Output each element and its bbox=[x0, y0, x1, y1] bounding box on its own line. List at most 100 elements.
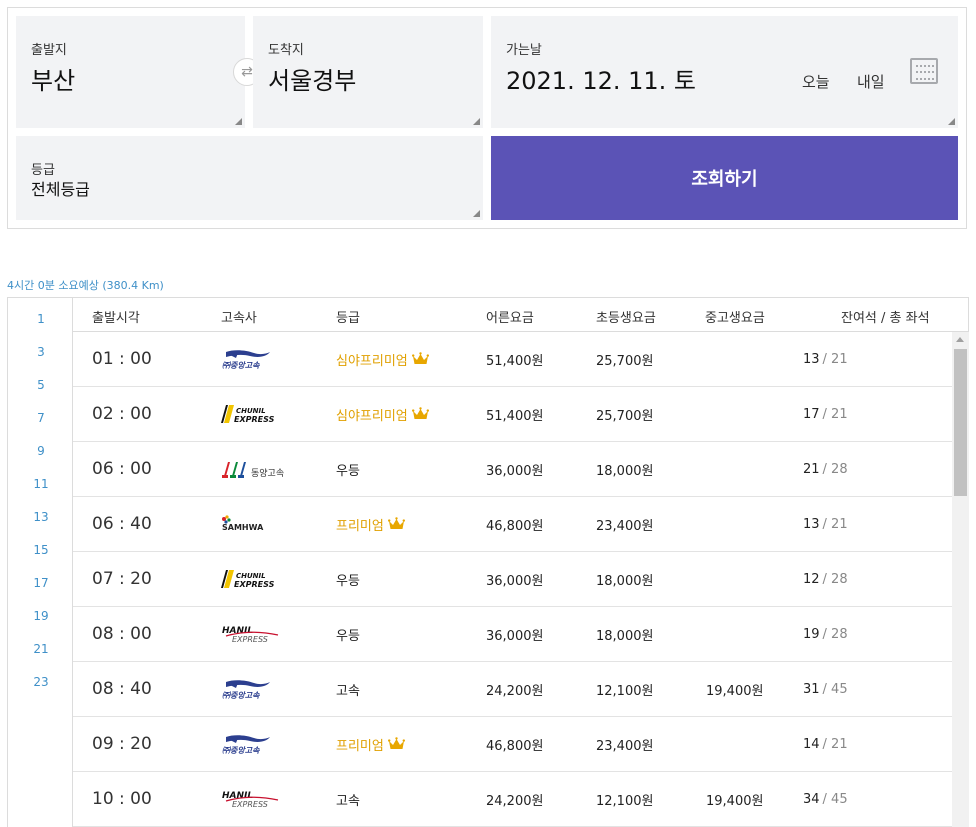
hour-filter-17[interactable]: 17 bbox=[8, 576, 74, 590]
departure-value: 부산 bbox=[31, 67, 76, 95]
departure-time: 08 : 00 bbox=[92, 624, 152, 644]
company-logo: CHUNIL EXPRESS bbox=[220, 552, 282, 606]
svg-text:㈜중앙고속: ㈜중앙고속 bbox=[222, 691, 260, 700]
crown-icon bbox=[387, 737, 405, 749]
table-row[interactable]: 09 : 20 ㈜중앙고속 프리미엄 46,800원 23,400원 14/ 21 bbox=[73, 717, 952, 772]
date-label: 가는날 bbox=[506, 43, 542, 58]
bus-grade: 고속 bbox=[336, 793, 360, 809]
departure-selector[interactable]: 출발지 부산 bbox=[16, 16, 245, 128]
adult-fare: 24,200원 bbox=[486, 683, 544, 699]
header-time: 출발시각 bbox=[92, 311, 140, 326]
hour-filter-3[interactable]: 3 bbox=[8, 345, 74, 359]
seat-availability: 34/ 45 bbox=[803, 791, 848, 807]
scrollbar[interactable] bbox=[952, 332, 969, 827]
company-logo: 동양고속 bbox=[220, 442, 296, 496]
bus-grade: 우등 bbox=[336, 628, 360, 644]
teen-fare: 19,400원 bbox=[706, 793, 764, 809]
svg-text:㈜중앙고속: ㈜중앙고속 bbox=[222, 361, 260, 370]
hour-filter-23[interactable]: 23 bbox=[8, 675, 74, 689]
header-adult: 어른요금 bbox=[486, 311, 534, 326]
arrival-label: 도착지 bbox=[268, 43, 304, 58]
table-header: 출발시각 고속사 등급 어른요금 초등생요금 중고생요금 잔여석 / 총 좌석 bbox=[73, 298, 969, 332]
adult-fare: 46,800원 bbox=[486, 518, 544, 534]
grade-value: 전체등급 bbox=[31, 180, 90, 199]
hour-filter-13[interactable]: 13 bbox=[8, 510, 74, 524]
departure-time: 07 : 20 bbox=[92, 569, 152, 589]
scroll-thumb[interactable] bbox=[954, 349, 967, 496]
departure-label: 출발지 bbox=[31, 43, 67, 58]
bus-grade: 고속 bbox=[336, 683, 360, 699]
child-fare: 12,100원 bbox=[596, 793, 654, 809]
child-fare: 12,100원 bbox=[596, 683, 654, 699]
hour-filter-1[interactable]: 1 bbox=[8, 312, 74, 326]
svg-text:㈜중앙고속: ㈜중앙고속 bbox=[222, 746, 260, 755]
arrival-selector[interactable]: 도착지 서울경부 bbox=[253, 16, 483, 128]
svg-text:SAMHWA: SAMHWA bbox=[222, 523, 264, 532]
company-logo: CHUNIL EXPRESS bbox=[220, 387, 282, 441]
company-logo: ㈜중앙고속 bbox=[220, 332, 272, 386]
today-button[interactable]: 오늘 bbox=[802, 71, 830, 92]
crown-icon bbox=[387, 517, 405, 529]
company-logo: HANIL EXPRESS bbox=[220, 607, 284, 661]
corner-indicator-icon bbox=[948, 118, 955, 125]
child-fare: 18,000원 bbox=[596, 628, 654, 644]
table-row[interactable]: 06 : 40 SAMHWA 프리미엄 46,800원 23,400원 13/ 21 bbox=[73, 497, 952, 552]
table-row[interactable]: 01 : 00 ㈜중앙고속 심야프리미엄 51,400원 25,700원 13/ 21 bbox=[73, 332, 952, 387]
departure-time: 02 : 00 bbox=[92, 404, 152, 424]
hour-filter-11[interactable]: 11 bbox=[8, 477, 74, 491]
bus-grade: 심야프리미엄 bbox=[336, 387, 429, 441]
header-child: 초등생요금 bbox=[596, 311, 656, 326]
calendar-icon[interactable] bbox=[910, 58, 938, 84]
adult-fare: 51,400원 bbox=[486, 353, 544, 369]
schedule-table: 출발시각 고속사 등급 어른요금 초등생요금 중고생요금 잔여석 / 총 좌석 … bbox=[73, 297, 969, 827]
child-fare: 23,400원 bbox=[596, 738, 654, 754]
adult-fare: 24,200원 bbox=[486, 793, 544, 809]
teen-fare: 19,400원 bbox=[706, 683, 764, 699]
bus-grade: 우등 bbox=[336, 463, 360, 479]
adult-fare: 46,800원 bbox=[486, 738, 544, 754]
corner-indicator-icon bbox=[473, 118, 480, 125]
svg-text:EXPRESS: EXPRESS bbox=[232, 800, 268, 809]
seat-availability: 14/ 21 bbox=[803, 736, 848, 752]
seat-availability: 31/ 45 bbox=[803, 681, 848, 697]
table-row[interactable]: 06 : 00 동양고속 우등 36,000원 18,000원 21/ 28 bbox=[73, 442, 952, 497]
table-row[interactable]: 08 : 00 HANIL EXPRESS 우등 36,000원 18,000원 19/ 2… bbox=[73, 607, 952, 662]
child-fare: 18,000원 bbox=[596, 573, 654, 589]
hour-filter-15[interactable]: 15 bbox=[8, 543, 74, 557]
corner-indicator-icon bbox=[235, 118, 242, 125]
svg-text:CHUNIL: CHUNIL bbox=[236, 407, 266, 415]
svg-text:EXPRESS: EXPRESS bbox=[234, 415, 275, 424]
bus-grade: 프리미엄 bbox=[336, 497, 405, 551]
scroll-up-icon[interactable] bbox=[956, 337, 964, 342]
hour-filter-19[interactable]: 19 bbox=[8, 609, 74, 623]
adult-fare: 51,400원 bbox=[486, 408, 544, 424]
svg-text:EXPRESS: EXPRESS bbox=[234, 580, 275, 589]
child-fare: 25,700원 bbox=[596, 408, 654, 424]
svg-text:동양고속: 동양고속 bbox=[251, 468, 284, 479]
table-row[interactable]: 07 : 20 CHUNIL EXPRESS 우등 36,000원 18,000원 12/ … bbox=[73, 552, 952, 607]
search-form: 출발지 부산 ⇄ 도착지 서울경부 가는날 2021. 12. 11. 토 오늘… bbox=[7, 7, 967, 229]
search-button[interactable]: 조회하기 bbox=[491, 136, 958, 220]
date-selector[interactable]: 가는날 2021. 12. 11. 토 오늘 내일 bbox=[491, 16, 958, 128]
seat-availability: 17/ 21 bbox=[803, 406, 848, 422]
hour-filter-7[interactable]: 7 bbox=[8, 411, 74, 425]
header-teen: 중고생요금 bbox=[705, 311, 765, 326]
hour-filter-21[interactable]: 21 bbox=[8, 642, 74, 656]
header-company: 고속사 bbox=[221, 311, 257, 326]
child-fare: 18,000원 bbox=[596, 463, 654, 479]
header-seats: 잔여석 / 총 좌석 bbox=[841, 311, 930, 326]
table-row[interactable]: 10 : 00 HANIL EXPRESS 고속 24,200원 12,100원 19,40… bbox=[73, 772, 952, 827]
tomorrow-button[interactable]: 내일 bbox=[857, 71, 885, 92]
bus-grade: 심야프리미엄 bbox=[336, 332, 429, 386]
grade-selector[interactable]: 등급 전체등급 bbox=[16, 136, 483, 220]
table-row[interactable]: 02 : 00 CHUNIL EXPRESS 심야프리미엄 51,400원 25,700원… bbox=[73, 387, 952, 442]
hour-filter-9[interactable]: 9 bbox=[8, 444, 74, 458]
table-body: 01 : 00 ㈜중앙고속 심야프리미엄 51,400원 25,700원 13/ 21 02… bbox=[73, 332, 952, 827]
company-logo: SAMHWA bbox=[220, 497, 280, 551]
departure-time: 01 : 00 bbox=[92, 349, 152, 369]
seat-availability: 19/ 28 bbox=[803, 626, 848, 642]
hour-filter-5[interactable]: 5 bbox=[8, 378, 74, 392]
table-row[interactable]: 08 : 40 ㈜중앙고속 고속 24,200원 12,100원 19,400원 31/ 4… bbox=[73, 662, 952, 717]
child-fare: 23,400원 bbox=[596, 518, 654, 534]
bus-grade: 프리미엄 bbox=[336, 717, 405, 771]
